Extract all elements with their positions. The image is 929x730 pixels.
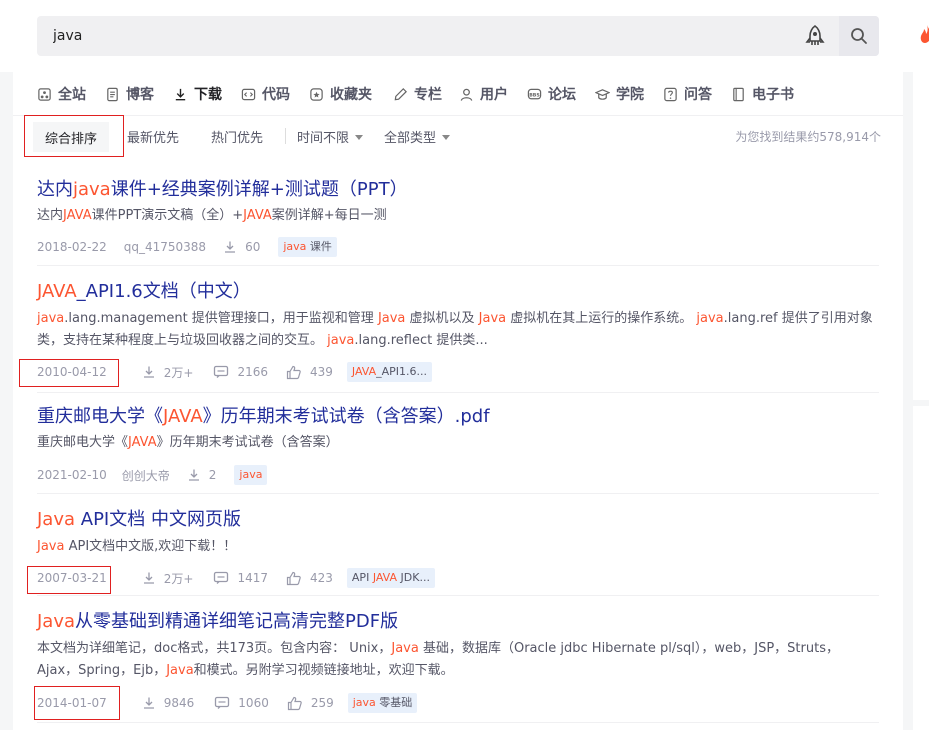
- highlight-box-date: [19, 359, 119, 387]
- highlight-box-date: [34, 686, 120, 720]
- sort-latest-button[interactable]: 最新优先: [127, 127, 179, 146]
- download-count: 60: [223, 240, 260, 254]
- sort-hot-button[interactable]: 热门优先: [211, 127, 263, 146]
- download-icon: [143, 697, 154, 709]
- type-filter-dropdown[interactable]: 全部类型: [384, 127, 451, 146]
- right-panel: [913, 72, 929, 730]
- thumbs-up-icon: [287, 696, 302, 710]
- download-count: 9846: [142, 696, 194, 710]
- tab-site[interactable]: 全站: [37, 84, 86, 104]
- forum-icon: BBS: [527, 88, 542, 99]
- user-icon: [460, 88, 473, 101]
- download-icon: [143, 366, 154, 378]
- blog-icon: [107, 87, 118, 101]
- comment-icon: [215, 696, 230, 709]
- result-tag[interactable]: java 课件: [278, 237, 337, 257]
- result-meta: 2018-02-22 qq_41750388 60 java 课件: [37, 237, 337, 257]
- result-meta: 2021-02-10 创创大帝 2 java: [37, 465, 268, 485]
- qa-icon: [664, 87, 677, 101]
- top-bar: [0, 0, 929, 72]
- caret-down-icon: [442, 135, 451, 140]
- tab-qa[interactable]: 问答: [663, 84, 712, 104]
- result-tag[interactable]: java 零基础: [347, 693, 418, 713]
- result-divider: [37, 265, 879, 266]
- download-icon: [175, 88, 186, 100]
- comment-icon: [214, 365, 229, 378]
- result-divider: [37, 722, 879, 723]
- tab-column[interactable]: 专栏: [393, 84, 442, 104]
- robot-icon[interactable]: [803, 24, 827, 48]
- comment-count: 1060: [214, 696, 269, 710]
- download-icon: [225, 241, 236, 253]
- comment-count: 1417: [213, 571, 268, 585]
- code-icon: [241, 88, 256, 100]
- search-button[interactable]: [839, 16, 879, 56]
- search-box: [37, 16, 879, 56]
- tab-code[interactable]: 代码: [241, 84, 290, 104]
- like-count: 439: [286, 365, 333, 380]
- result-date: 2021-02-10: [37, 468, 107, 482]
- highlight-box-sort: [24, 115, 124, 157]
- time-filter-dropdown[interactable]: 时间不限: [297, 127, 364, 146]
- result-title[interactable]: Java API文档 中文网页版: [37, 505, 241, 531]
- tab-favorites[interactable]: 收藏夹: [309, 84, 372, 104]
- result-title[interactable]: Java从零基础到精通详细笔记高清完整PDF版: [37, 607, 398, 633]
- highlight-box-date: [27, 566, 111, 594]
- result-title[interactable]: 达内java课件+经典案例详解+测试题（PPT）: [37, 175, 408, 201]
- column-icon: [394, 87, 407, 100]
- favorites-icon: [310, 87, 323, 101]
- filter-divider: [285, 128, 286, 144]
- search-icon: [851, 28, 867, 44]
- tab-download[interactable]: 下载: [173, 84, 222, 104]
- result-divider: [37, 392, 879, 393]
- tab-forum[interactable]: BBS 论坛: [527, 84, 576, 104]
- result-divider: [37, 595, 879, 596]
- download-icon: [188, 469, 199, 481]
- result-date: 2018-02-22: [37, 240, 107, 254]
- result-title[interactable]: 重庆邮电大学《JAVA》历年期末考试试卷（含答案）.pdf: [37, 402, 490, 428]
- result-author[interactable]: qq_41750388: [124, 240, 206, 254]
- svg-text:BBS: BBS: [529, 92, 540, 98]
- caret-down-icon: [355, 135, 364, 140]
- result-count: 为您找到结果约578,914个: [735, 130, 881, 144]
- academy-icon: [595, 88, 610, 100]
- result-description: 重庆邮电大学《JAVA》历年期末考试试卷（含答案）: [37, 435, 339, 450]
- search-results-panel: 全站 博客 下载 代码 收藏夹 专栏 用户 BBS 论坛 学院 问答 电子书 综…: [13, 72, 903, 730]
- comment-icon: [214, 571, 229, 584]
- tab-blog[interactable]: 博客: [105, 84, 154, 104]
- like-count: 259: [287, 696, 334, 711]
- search-input[interactable]: [53, 16, 783, 56]
- comment-count: 2166: [213, 365, 268, 379]
- result-description: Java API文档中文版,欢迎下载！！: [37, 539, 237, 554]
- result-tag[interactable]: API JAVA JDK...: [346, 568, 435, 588]
- tab-ebook[interactable]: 电子书: [731, 84, 794, 104]
- ebook-icon: [733, 87, 744, 101]
- like-count: 423: [286, 571, 333, 586]
- thumbs-up-icon: [286, 365, 301, 379]
- tab-academy[interactable]: 学院: [595, 84, 644, 104]
- result-description: java.lang.management 提供管理接口，用于监视和管理 Java…: [37, 311, 873, 348]
- result-tag[interactable]: java: [234, 465, 268, 485]
- filter-bar: 综合排序 最新优先 热门优先 时间不限 全部类型 为您找到结果约578,914个: [13, 116, 903, 158]
- site-icon: [38, 87, 51, 101]
- thumbs-up-icon: [286, 571, 301, 585]
- tab-user[interactable]: 用户: [459, 84, 508, 104]
- download-count: 2: [187, 468, 216, 482]
- result-divider: [37, 493, 879, 494]
- download-count: 2万+: [142, 570, 193, 587]
- result-tag[interactable]: JAVA_API1.6...: [346, 362, 433, 382]
- result-description: 本文档为详细笔记，doc格式，共173页。包含内容： Unix，Java 基础，…: [37, 641, 839, 678]
- result-description: 达内JAVA课件PPT演示文稿（全）+JAVA案例详解+每日一测: [37, 208, 387, 223]
- result-title[interactable]: JAVA_API1.6文档（中文）: [37, 277, 251, 303]
- result-author[interactable]: 创创大帝: [122, 467, 170, 484]
- download-icon: [143, 572, 154, 584]
- download-count: 2万+: [142, 364, 193, 381]
- flame-icon[interactable]: [919, 24, 929, 44]
- category-tabs: 全站 博客 下载 代码 收藏夹 专栏 用户 BBS 论坛 学院 问答 电子书: [13, 72, 903, 116]
